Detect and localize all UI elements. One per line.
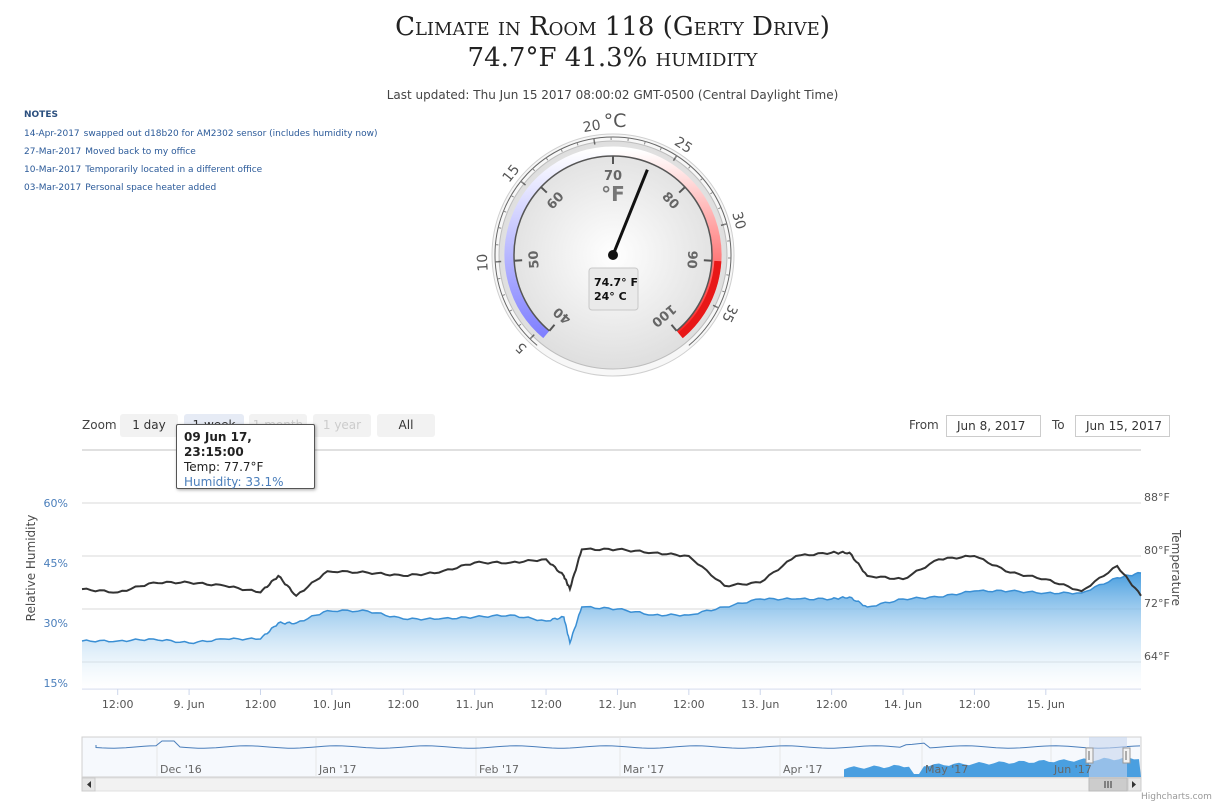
zoom-label: Zoom: [82, 418, 117, 432]
temperature-tick-label: 64°F: [1144, 650, 1170, 663]
to-label: To: [1052, 418, 1065, 432]
x-tick-label: 12:00: [673, 698, 705, 711]
notes-title: NOTES: [24, 110, 58, 120]
note-date: 14-Apr-2017: [24, 129, 80, 139]
humidity-tick-label: 60%: [44, 497, 68, 510]
x-tick-label: 12:00: [816, 698, 848, 711]
humidity-tick-label: 30%: [44, 617, 68, 630]
from-date-input[interactable]: Jun 8, 2017: [946, 415, 1041, 437]
temperature-tick-label: 88°F: [1144, 491, 1170, 504]
gauge-outer-minor-tick: [498, 227, 502, 229]
zoom-1-year-button[interactable]: 1 year: [313, 414, 371, 437]
note-date: 27-Mar-2017: [24, 147, 82, 157]
navigator-label: May '17: [925, 763, 968, 776]
title-reading: 74.7°F 41.3% humidity: [467, 43, 758, 73]
gauge-outer-minor-tick: [497, 277, 501, 280]
navigator[interactable]: Dec '16 Jan '17 Feb '17 Mar '17 Apr '17 May '…: [0, 732, 1225, 794]
navigator-label: Feb '17: [479, 763, 519, 776]
note-text: Temporarily located in a different offic…: [85, 165, 263, 175]
navigator-label: Jan '17: [318, 763, 356, 776]
highcharts-credits[interactable]: Highcharts.com: [1141, 792, 1212, 802]
note-item: 14-Apr-2017 swapped out d18b20 for AM2302…: [24, 125, 378, 143]
gauge-outer-minor-tick: [726, 274, 730, 276]
x-tick-label: 12:00: [245, 698, 277, 711]
gauge-celsius-unit: °C: [604, 110, 627, 132]
temperature-axis-title: Temperature: [1169, 529, 1183, 606]
x-tick-label: 12:00: [530, 698, 562, 711]
temperature-gauge: 5101520253035 405060708090100 °C °F 74.7…: [475, 110, 748, 377]
gauge-readout-box: [588, 267, 639, 311]
gauge-outer-tick-label: 20: [582, 117, 602, 136]
to-date-input[interactable]: Jun 15, 2017: [1075, 415, 1170, 437]
title-room: Climate in Room 118 (Gerty Drive): [395, 12, 830, 42]
navigator-handle-right[interactable]: [1122, 747, 1131, 764]
tooltip-temp: Temp: 77.7°F: [184, 460, 264, 474]
note-item: 10-Mar-2017 Temporarily located in a diff…: [24, 161, 378, 179]
x-tick-label: 13. Jun: [741, 698, 779, 711]
navigator-label: Dec '16: [160, 763, 202, 776]
gauge-inner-tick-label: 50: [527, 250, 543, 269]
note-date: 03-Mar-2017: [24, 183, 82, 193]
zoom-all-button[interactable]: All: [377, 414, 435, 437]
x-axis: 12:00 9. Jun 12:00 10. Jun 12:00 11. Jun 12:00…: [102, 689, 1065, 711]
x-tick-label: 14. Jun: [884, 698, 922, 711]
gauge-pivot: [608, 250, 618, 260]
humidity-tick-label: 45%: [44, 557, 68, 570]
navigator-mask: [1089, 737, 1127, 777]
gauge-fahrenheit-unit: °F: [601, 182, 625, 206]
page-title: Climate in Room 118 (Gerty Drive) 74.7°F…: [0, 12, 1225, 74]
navigator-label: Jun '17: [1053, 763, 1092, 776]
humidity-axis-title: Relative Humidity: [24, 515, 38, 622]
zoom-1-day-button[interactable]: 1 day: [120, 414, 178, 437]
x-tick-label: 12. Jun: [598, 698, 636, 711]
note-item: 27-Mar-2017 Moved back to my office: [24, 143, 378, 161]
humidity-tick-label: 15%: [44, 677, 68, 690]
chart-tooltip: 09 Jun 17, 23:15:00 Temp: 77.7°F Humidit…: [176, 424, 315, 489]
note-text: Personal space heater added: [85, 183, 217, 193]
gauge-inner-tick-label: 90: [683, 250, 699, 269]
gauge-outer-tick-label: 10: [475, 253, 492, 272]
note-text: swapped out d18b20 for AM2302 sensor (in…: [83, 129, 378, 139]
temperature-tick-label: 80°F: [1144, 544, 1170, 557]
x-tick-label: 12:00: [102, 698, 134, 711]
navigator-handle-left[interactable]: [1085, 747, 1094, 764]
gauge-readout-f: 74.7° F: [594, 276, 638, 289]
temperature-axis: 88°F 80°F 72°F 64°F: [1144, 491, 1170, 663]
humidity-axis: 60% 45% 30% 15%: [44, 497, 68, 690]
scrollbar-track[interactable]: [81, 777, 1142, 792]
gauge-readout-c: 24° C: [594, 290, 627, 303]
x-tick-label: 10. Jun: [313, 698, 351, 711]
last-updated: Last updated: Thu Jun 15 2017 08:00:02 G…: [386, 88, 839, 102]
notes-panel: NOTES 14-Apr-2017 swapped out d18b20 for …: [24, 110, 378, 197]
note-item: 03-Mar-2017 Personal space heater added: [24, 179, 378, 197]
temperature-tick-label: 72°F: [1144, 597, 1170, 610]
navigator-label: Mar '17: [623, 763, 664, 776]
from-label: From: [909, 418, 939, 432]
x-tick-label: 12:00: [387, 698, 419, 711]
note-text: Moved back to my office: [85, 147, 196, 157]
x-tick-label: 11. Jun: [456, 698, 494, 711]
tooltip-humidity: Humidity: 33.1%: [184, 475, 284, 489]
x-tick-label: 12:00: [959, 698, 991, 711]
note-date: 10-Mar-2017: [24, 165, 82, 175]
navigator-label: Apr '17: [783, 763, 823, 776]
tooltip-title: 09 Jun 17, 23:15:00: [184, 430, 252, 459]
x-tick-label: 9. Jun: [173, 698, 204, 711]
x-tick-label: 15. Jun: [1027, 698, 1065, 711]
